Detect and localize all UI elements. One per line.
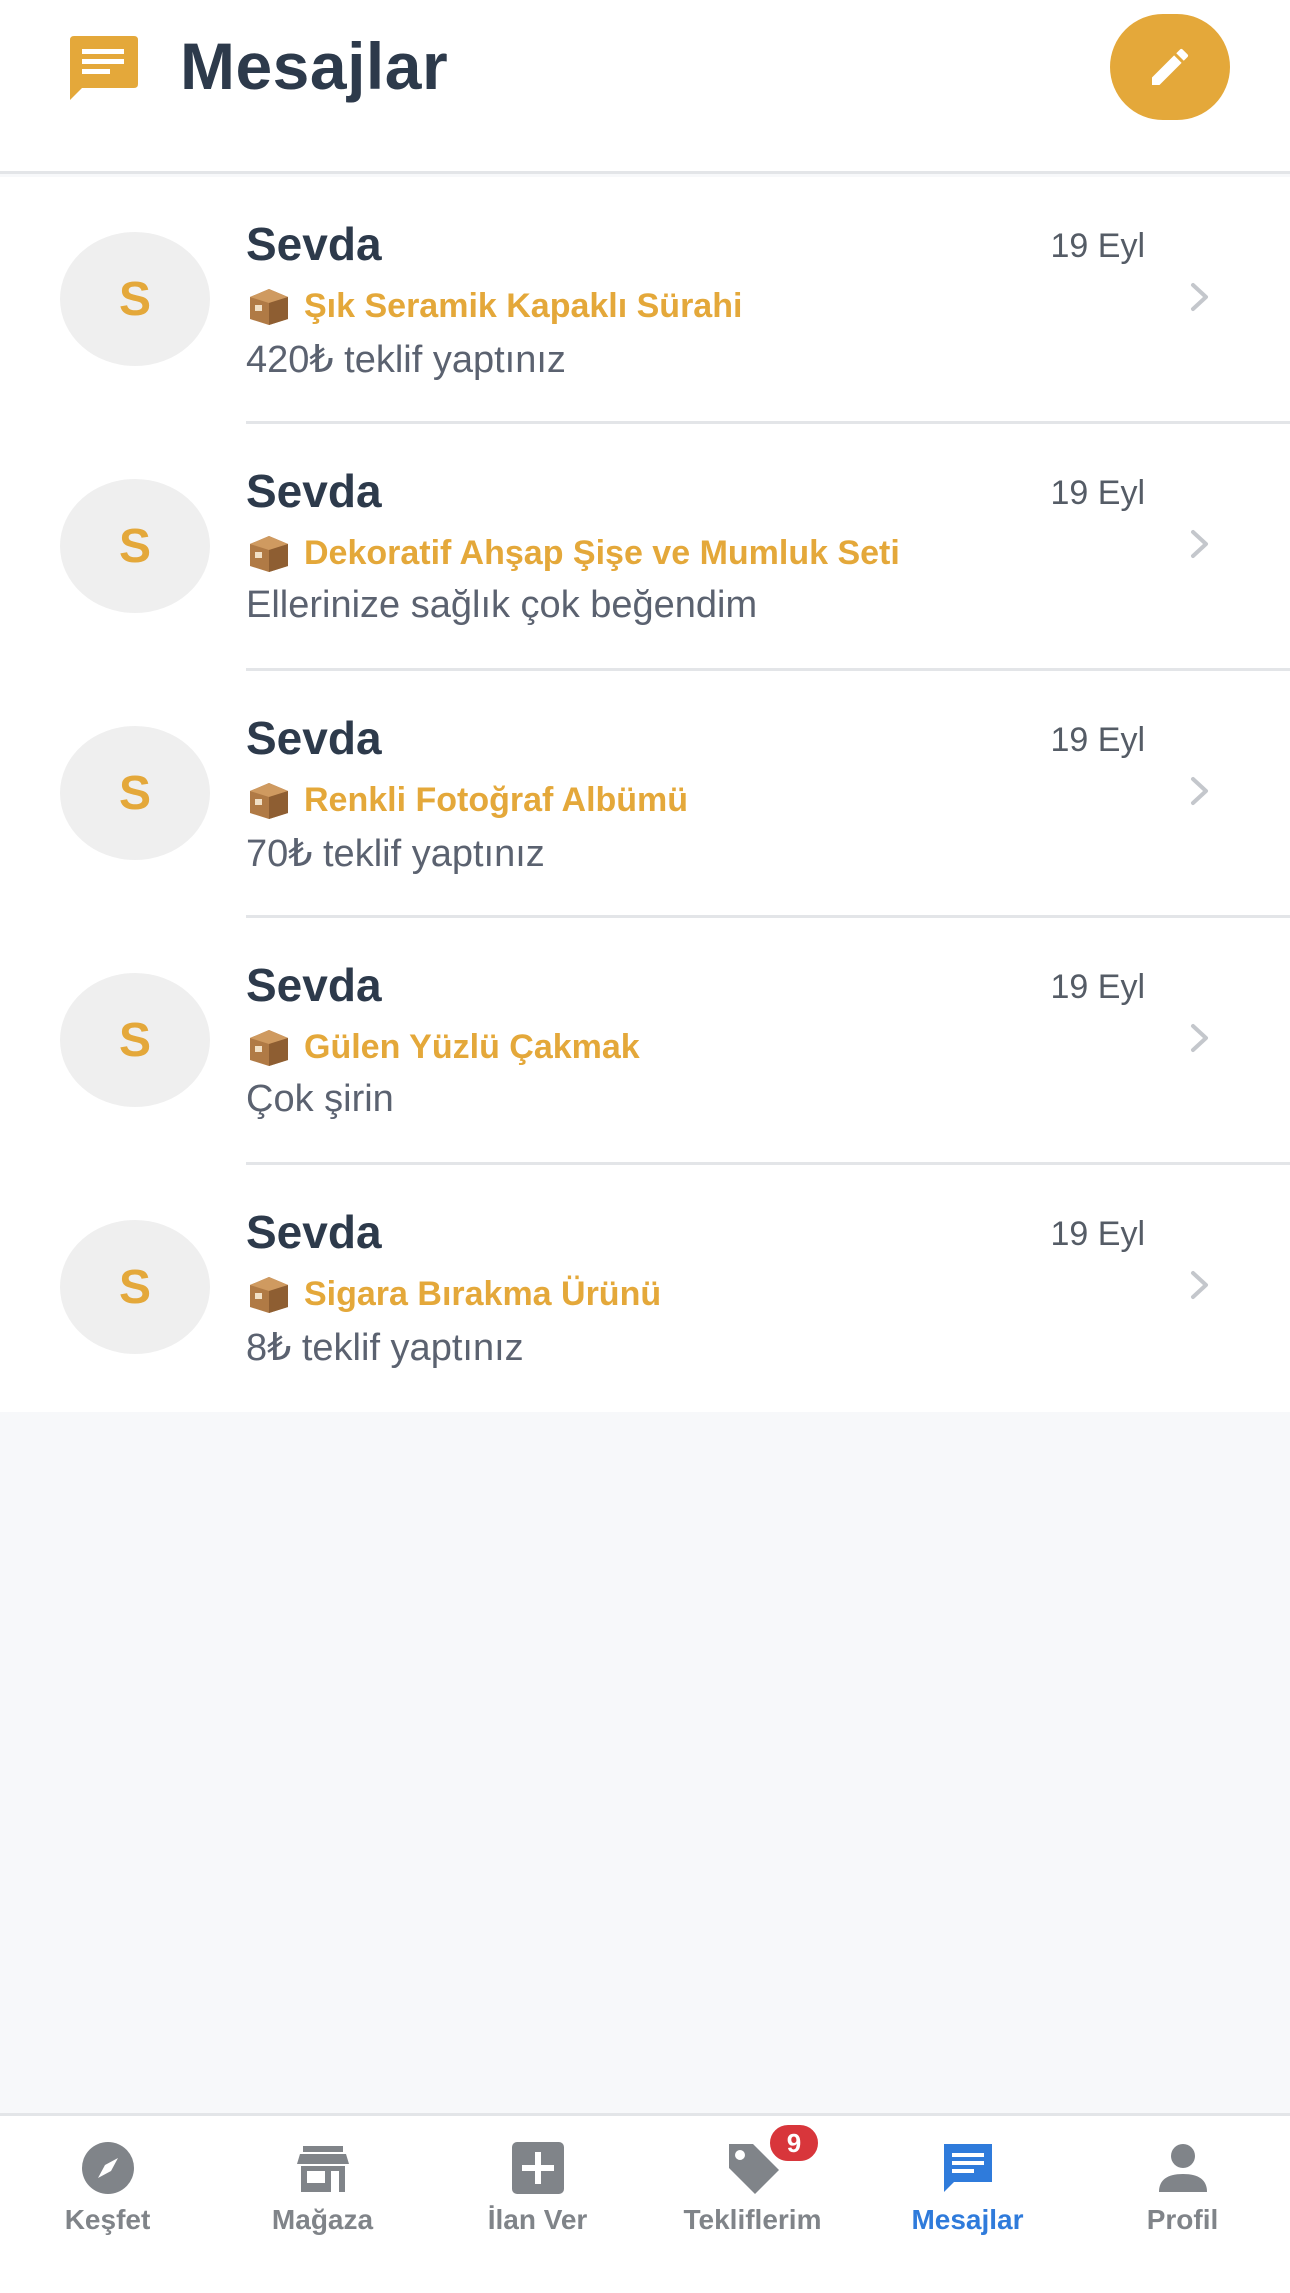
product-title: Dekoratif Ahşap Şişe ve Mumluk Seti (304, 533, 900, 572)
sender-name: Sevda (246, 465, 382, 517)
tab-tekliflerim[interactable]: 9 Tekliflerim (645, 2116, 860, 2293)
product-title: Gülen Yüzlü Çakmak (304, 1027, 640, 1066)
person-icon (1159, 2144, 1207, 2192)
message-preview: Çok şirin (246, 1078, 394, 1120)
message-preview: 70₺ teklif yaptınız (246, 833, 545, 875)
pencil-icon (1152, 48, 1189, 85)
message-icon (944, 2144, 992, 2192)
tab-label: Keşfet (64, 2204, 151, 2235)
app-header: Mesajlar (0, 0, 1290, 174)
sender-name: Sevda (246, 1206, 382, 1258)
package-icon (250, 289, 288, 325)
chevron-right-icon (1191, 1024, 1208, 1052)
tab-ilan-ver[interactable]: İlan Ver (430, 2116, 645, 2293)
product-line: Renkli Fotoğraf Albümü (246, 775, 688, 825)
tab-label: Mağaza (271, 2204, 374, 2235)
conversation-row[interactable]: S Sevda 19 Eyl Şık Seramik Kapaklı Sürah… (0, 177, 1290, 424)
package-icon (250, 536, 288, 572)
package-icon (250, 1030, 288, 1066)
chevron-right-icon (1191, 777, 1208, 805)
tab-label: Profil (1146, 2204, 1219, 2235)
tab-kesfet[interactable]: Keşfet (0, 2116, 215, 2293)
product-line: Gülen Yüzlü Çakmak (246, 1022, 640, 1072)
tab-profil[interactable]: Profil (1075, 2116, 1290, 2293)
conversation-row[interactable]: S Sevda 19 Eyl Sigara Bırakma Ürünü 8₺ t… (0, 1165, 1290, 1412)
tab-label: Mesajlar (911, 2204, 1024, 2235)
store-icon (297, 2146, 349, 2192)
avatar: S (60, 479, 210, 613)
message-date: 19 Eyl (1050, 474, 1146, 512)
conversation-row[interactable]: S Sevda 19 Eyl Gülen Yüzlü Çakmak Çok şi… (0, 918, 1290, 1165)
conversation-list: S Sevda 19 Eyl Şık Seramik Kapaklı Sürah… (0, 177, 1290, 1412)
avatar: S (60, 232, 210, 366)
tab-mesajlar[interactable]: Mesajlar (860, 2116, 1075, 2293)
package-icon (250, 1277, 288, 1313)
product-line: Dekoratif Ahşap Şişe ve Mumluk Seti (246, 528, 900, 578)
message-preview: 8₺ teklif yaptınız (246, 1327, 524, 1369)
tab-label: İlan Ver (487, 2204, 588, 2235)
chevron-right-icon (1191, 1271, 1208, 1299)
avatar: S (60, 973, 210, 1107)
sender-name: Sevda (246, 218, 382, 270)
plus-box-icon (512, 2142, 564, 2194)
product-line: Şık Seramik Kapaklı Sürahi (246, 281, 742, 331)
avatar: S (60, 726, 210, 860)
compose-button[interactable] (1110, 14, 1230, 120)
product-title: Sigara Bırakma Ürünü (304, 1274, 662, 1313)
message-date: 19 Eyl (1050, 968, 1146, 1006)
conversation-row[interactable]: S Sevda 19 Eyl Dekoratif Ahşap Şişe ve M… (0, 424, 1290, 671)
notification-badge: 9 (766, 2121, 822, 2165)
message-preview: Ellerinize sağlık çok beğendim (246, 584, 758, 626)
sender-name: Sevda (246, 712, 382, 764)
bottom-tab-bar: Keşfet Mağaza İlan Ver 9 Tekliflerim Mes… (0, 2113, 1290, 2293)
tab-label: Tekliflerim (683, 2204, 822, 2235)
package-icon (250, 783, 288, 819)
chevron-right-icon (1191, 283, 1208, 311)
message-date: 19 Eyl (1050, 721, 1146, 759)
message-date: 19 Eyl (1050, 1215, 1146, 1253)
message-preview: 420₺ teklif yaptınız (246, 339, 566, 381)
product-title: Renkli Fotoğraf Albümü (304, 780, 689, 819)
conversation-row[interactable]: S Sevda 19 Eyl Renkli Fotoğraf Albümü 70… (0, 671, 1290, 918)
compass-icon (82, 2142, 134, 2194)
sender-name: Sevda (246, 959, 382, 1011)
product-title: Şık Seramik Kapaklı Sürahi (304, 286, 743, 325)
avatar: S (60, 1220, 210, 1354)
tab-magaza[interactable]: Mağaza (215, 2116, 430, 2293)
page-title: Mesajlar (180, 29, 449, 103)
chat-icon (70, 36, 138, 100)
product-line: Sigara Bırakma Ürünü (246, 1269, 661, 1319)
message-date: 19 Eyl (1050, 227, 1146, 265)
chevron-right-icon (1191, 530, 1208, 558)
